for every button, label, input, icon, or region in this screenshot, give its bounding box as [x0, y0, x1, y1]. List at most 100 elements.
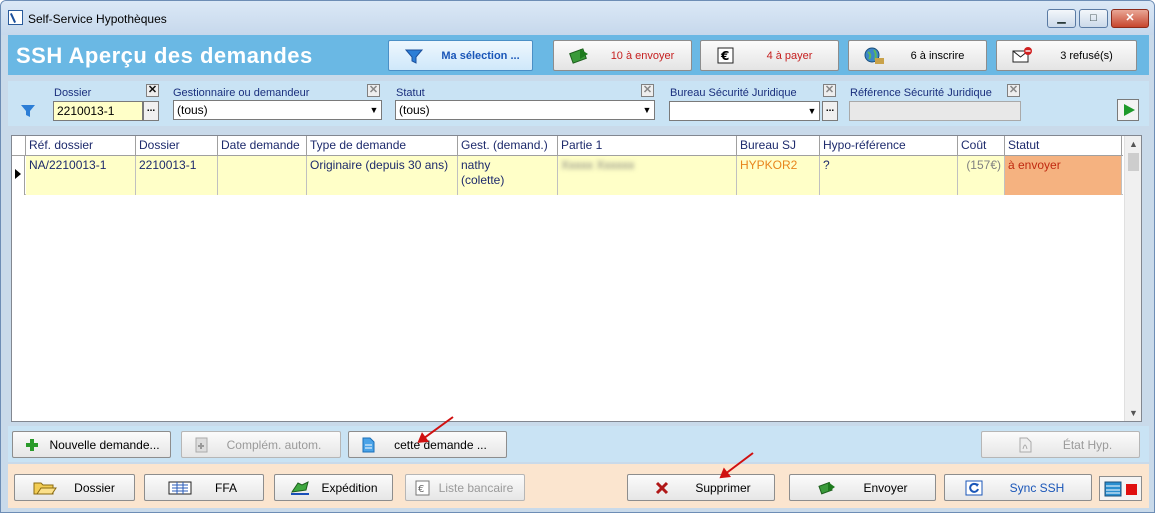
app-window: Self-Service Hypothèques ▁ □ ✕ SSH Aperç…: [0, 0, 1155, 513]
gestionnaire-name: nathy: [461, 158, 491, 172]
send-money-icon: [818, 481, 835, 495]
col-type-demande[interactable]: Type de demande: [307, 136, 458, 156]
complem-autom-label: Complém. autom.: [226, 437, 322, 452]
grid-header-selector: [12, 136, 26, 156]
plus-icon: [26, 439, 38, 451]
ma-selection-label: Ma sélection ...: [441, 49, 520, 62]
dossier-input[interactable]: 2210013-1: [53, 101, 143, 121]
app-logo-icon: [8, 10, 23, 25]
ma-selection-button[interactable]: Ma sélection ...: [388, 40, 533, 71]
sync-ssh-label: Sync SSH: [1009, 480, 1065, 495]
dossier-button[interactable]: Dossier: [14, 474, 135, 501]
col-ref-dossier[interactable]: Réf. dossier: [26, 136, 136, 156]
reference-filter-label: Référence Sécurité Juridique: [850, 87, 992, 99]
etat-hyp-button[interactable]: État Hyp.: [981, 431, 1140, 458]
send-money-icon: [569, 48, 588, 64]
dossier-clear-button[interactable]: ✕: [146, 84, 159, 97]
cell-date-demande[interactable]: [218, 156, 307, 195]
filter-icon: [404, 49, 424, 64]
bureau-clear-button[interactable]: ✕: [823, 84, 836, 97]
statut-filter-label: Statut: [396, 87, 425, 99]
svg-text:€: €: [418, 484, 424, 495]
cell-ref-dossier[interactable]: NA/2210013-1: [26, 156, 136, 195]
minimize-button[interactable]: ▁: [1047, 9, 1076, 28]
refuses-button[interactable]: 3 refusé(s): [996, 40, 1137, 71]
envoyer-label: Envoyer: [863, 480, 908, 495]
window-title: Self-Service Hypothèques: [28, 12, 167, 26]
pdf-icon: [1019, 437, 1032, 453]
table-row[interactable]: NA/2210013-1 2210013-1 Originaire (depui…: [12, 156, 1123, 195]
delete-x-icon: [655, 481, 669, 495]
bureau-filter-label: Bureau Sécurité Juridique: [670, 87, 797, 99]
dossier-button-label: Dossier: [74, 480, 115, 495]
list-view-icon: [1104, 481, 1122, 497]
col-bureau-sj[interactable]: Bureau SJ: [737, 136, 820, 156]
calculator-icon: [168, 481, 192, 495]
envoyer-button[interactable]: Envoyer: [789, 474, 936, 501]
a-inscrire-button[interactable]: 6 à inscrire: [848, 40, 987, 71]
a-payer-button[interactable]: € 4 à payer: [700, 40, 839, 71]
cell-type-demande[interactable]: Originaire (depuis 30 ans): [307, 156, 458, 195]
statut-value: (tous): [399, 103, 430, 117]
cell-hypo-reference[interactable]: ?: [820, 156, 958, 195]
scroll-thumb[interactable]: [1128, 153, 1139, 171]
col-statut[interactable]: Statut: [1005, 136, 1122, 156]
statut-clear-button[interactable]: ✕: [641, 84, 654, 97]
a-envoyer-button[interactable]: 10 à envoyer: [553, 40, 692, 71]
svg-text:€: €: [720, 49, 729, 63]
scroll-up-icon[interactable]: ▲: [1125, 136, 1142, 152]
supprimer-button[interactable]: Supprimer: [627, 474, 775, 501]
apply-filter-play-button[interactable]: [1117, 99, 1139, 121]
gestionnaire-clear-button[interactable]: ✕: [367, 84, 380, 97]
cell-partie1[interactable]: Xxxxx Xxxxxx: [558, 156, 737, 195]
expedition-button[interactable]: Expédition: [274, 474, 393, 501]
dossier-browse-button[interactable]: ...: [143, 101, 159, 121]
layout-toggle[interactable]: [1099, 476, 1142, 501]
col-gestionnaire[interactable]: Gest. (demand.): [458, 136, 558, 156]
cell-cout[interactable]: (157€): [958, 156, 1005, 195]
cell-bureau-sj[interactable]: HYPKOR2: [737, 156, 820, 195]
footer-bar: Dossier FFA Expédition € Liste bancaire …: [8, 464, 1149, 508]
envelope-refused-icon: [1012, 47, 1032, 63]
cell-statut[interactable]: à envoyer: [1005, 156, 1122, 195]
euro-icon: €: [415, 480, 430, 496]
col-cout[interactable]: Coût: [958, 136, 1005, 156]
ffa-button[interactable]: FFA: [144, 474, 264, 501]
close-button[interactable]: ✕: [1111, 9, 1149, 28]
gestionnaire-filter-label: Gestionnaire ou demandeur: [173, 87, 310, 99]
page-header: SSH Aperçu des demandes Ma sélection ...…: [8, 35, 1149, 75]
col-hypo-reference[interactable]: Hypo-référence: [820, 136, 958, 156]
vertical-scrollbar[interactable]: ▲ ▼: [1124, 136, 1141, 421]
document-add-icon: [195, 437, 208, 453]
maximize-button[interactable]: □: [1079, 9, 1108, 28]
statut-select[interactable]: (tous) ▼: [395, 100, 655, 120]
col-dossier[interactable]: Dossier: [136, 136, 218, 156]
col-date-demande[interactable]: Date demande: [218, 136, 307, 156]
cell-gestionnaire[interactable]: nathy (colette): [458, 156, 558, 195]
grid-header: Réf. dossier Dossier Date demande Type d…: [12, 136, 1123, 156]
reference-input[interactable]: [849, 101, 1021, 121]
red-square-icon: [1126, 484, 1137, 495]
row-selector-icon[interactable]: [12, 156, 25, 195]
col-partie1[interactable]: Partie 1: [558, 136, 737, 156]
expedition-button-label: Expédition: [321, 480, 378, 495]
bureau-select[interactable]: ▼: [669, 101, 820, 121]
filter-icon: [21, 105, 35, 117]
cell-dossier[interactable]: 2210013-1: [136, 156, 218, 195]
a-payer-label: 4 à payer: [766, 49, 813, 62]
stamp-icon: [290, 481, 309, 495]
scroll-down-icon[interactable]: ▼: [1125, 405, 1142, 421]
chevron-down-icon: ▼: [807, 106, 817, 116]
gestionnaire-select[interactable]: (tous) ▼: [173, 100, 382, 120]
sync-ssh-button[interactable]: Sync SSH: [944, 474, 1092, 501]
gestionnaire-value: (tous): [177, 103, 208, 117]
folder-open-icon: [33, 482, 57, 495]
reference-clear-button[interactable]: ✕: [1007, 84, 1020, 97]
a-inscrire-label: 6 à inscrire: [910, 49, 965, 62]
globe-icon: [864, 47, 884, 64]
nouvelle-demande-button[interactable]: Nouvelle demande...: [12, 431, 171, 458]
bureau-browse-button[interactable]: ...: [822, 101, 838, 121]
demandes-grid[interactable]: Réf. dossier Dossier Date demande Type d…: [11, 135, 1142, 422]
liste-bancaire-button[interactable]: € Liste bancaire: [405, 474, 525, 501]
complem-autom-button[interactable]: Complém. autom.: [181, 431, 341, 458]
